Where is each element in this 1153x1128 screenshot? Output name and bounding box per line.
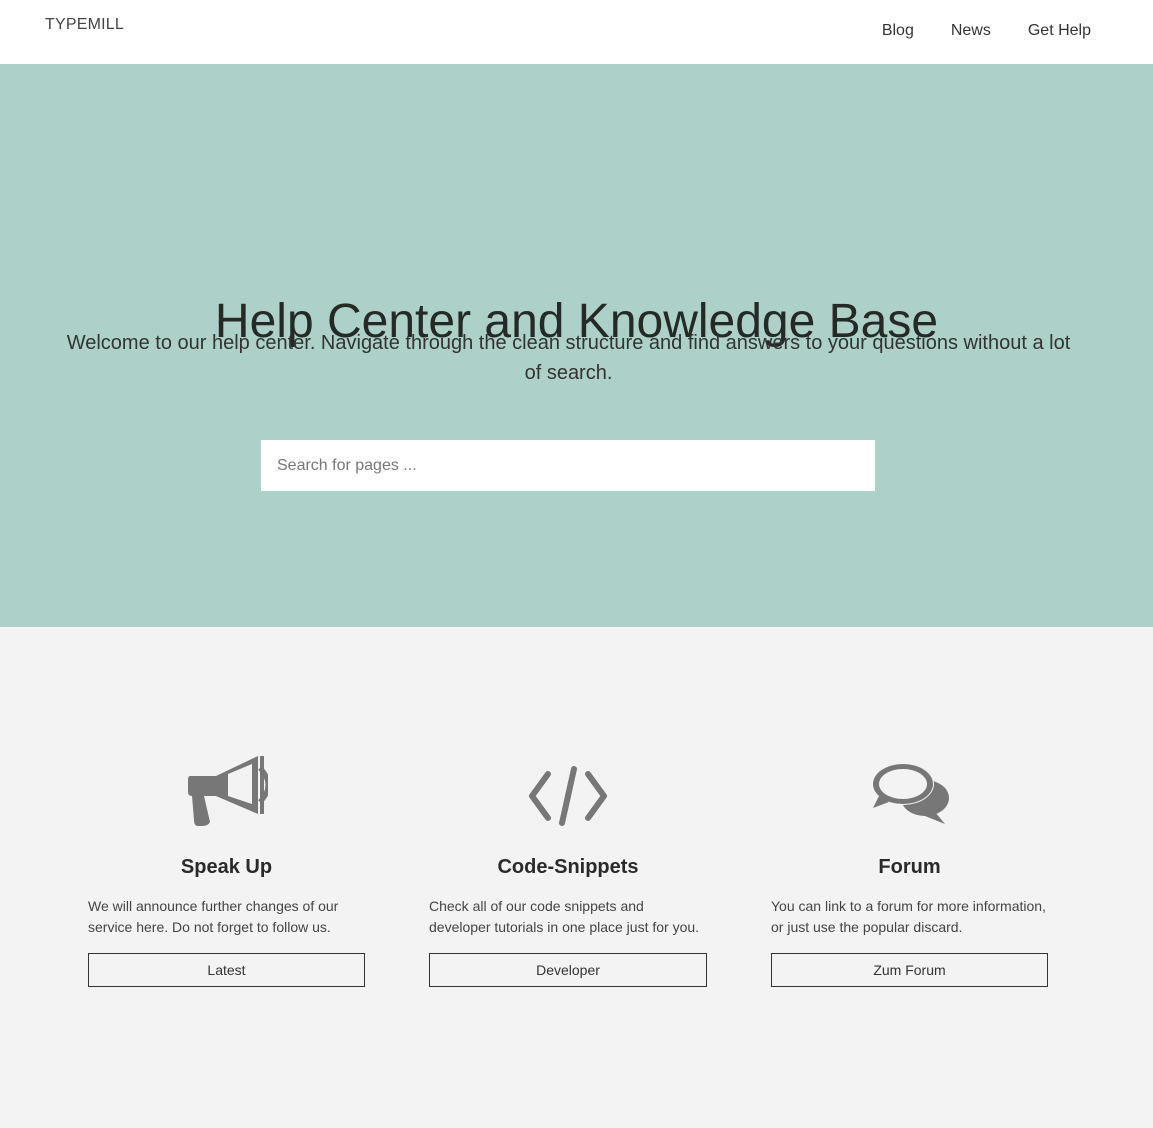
nav-link-get-help[interactable]: Get Help	[1028, 22, 1091, 40]
hero-section: Help Center and Knowledge Base Welcome t…	[0, 64, 1153, 627]
feature-card-speak-up: Speak Up We will announce further change…	[88, 754, 365, 987]
feature-text: Check all of our code snippets and devel…	[429, 898, 700, 935]
feature-card-forum: Forum You can link to a forum for more i…	[771, 754, 1048, 987]
main-nav: Blog News Get Help	[845, 22, 1091, 40]
features-section: Speak Up We will announce further change…	[0, 627, 1153, 1128]
zum-forum-button[interactable]: Zum Forum	[771, 953, 1048, 987]
chat-bubbles-icon	[771, 754, 1048, 826]
latest-button[interactable]: Latest	[88, 953, 365, 987]
feature-text: We will announce further changes of our …	[88, 898, 339, 935]
feature-title: Speak Up	[180, 856, 273, 878]
feature-title: Code-Snippets	[497, 856, 639, 878]
code-icon	[429, 754, 707, 826]
search-input[interactable]	[261, 440, 875, 491]
feature-text: You can link to a forum for more informa…	[771, 898, 1046, 935]
site-logo[interactable]: TYPEMILL	[45, 16, 124, 34]
nav-link-blog[interactable]: Blog	[882, 22, 914, 40]
nav-link-news[interactable]: News	[951, 22, 991, 40]
top-bar: TYPEMILL Blog News Get Help	[0, 0, 1153, 64]
developer-button[interactable]: Developer	[429, 953, 707, 987]
feature-card-code-snippets: Code-Snippets Check all of our code snip…	[429, 754, 707, 987]
hero-subtitle: Welcome to our help center. Navigate thr…	[66, 332, 1071, 384]
megaphone-icon	[88, 754, 365, 826]
feature-title: Forum	[878, 856, 941, 878]
